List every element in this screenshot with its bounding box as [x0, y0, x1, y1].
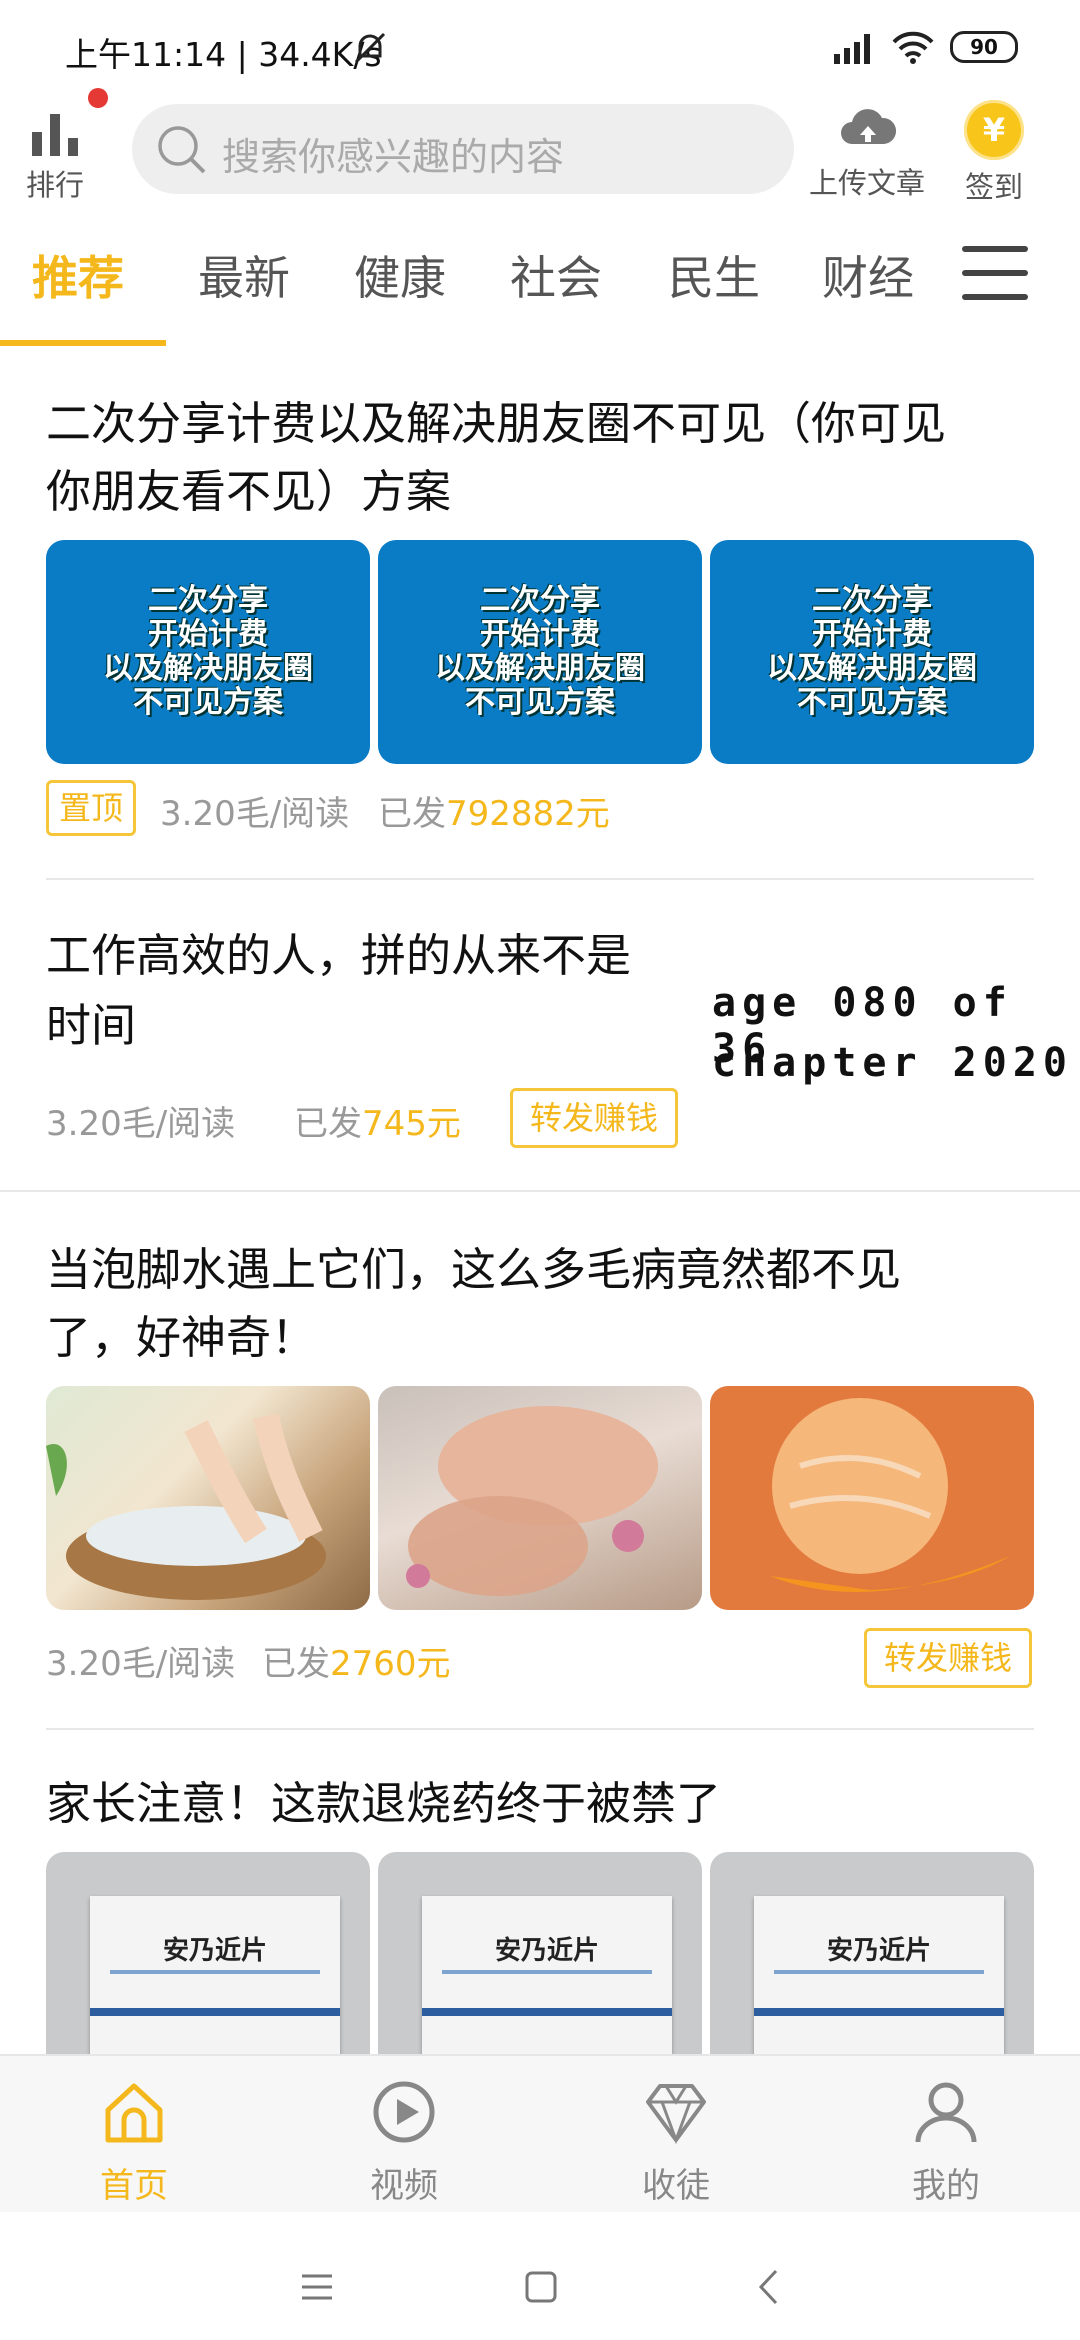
nav-apprentice[interactable]: 收徒: [576, 2066, 776, 2206]
feet-in-water-illustration: [406, 1406, 658, 1596]
article-title-line1: 工作高效的人，拼的从来不是: [46, 929, 632, 982]
foot-bath-illustration: [46, 1413, 326, 1600]
article-paid: 已发2760元: [262, 1644, 451, 1684]
tab-health[interactable]: 健康: [354, 242, 446, 308]
article-image: [378, 1386, 702, 1610]
nav-home-label: 首页: [100, 2166, 168, 2206]
nav-video-label: 视频: [370, 2166, 438, 2206]
bottom-nav: 首页 视频 收徒 我的: [0, 2054, 1080, 2214]
article-image: [46, 1386, 370, 1610]
share-earn-button[interactable]: 转发赚钱: [510, 1088, 678, 1148]
orange-illustration: [770, 1398, 1010, 1592]
article-title-line2: 时间: [46, 999, 137, 1052]
tab-livelihood[interactable]: 民生: [668, 242, 760, 308]
upload-article-button[interactable]: 上传文章: [800, 100, 934, 200]
menu-lines-icon[interactable]: [300, 2272, 334, 2302]
ranking-bars-icon: [32, 114, 78, 156]
play-icon: [373, 2081, 435, 2143]
search-icon: [158, 126, 206, 174]
status-time: 上午11:14 | 34.4K/s: [65, 35, 382, 74]
active-tab-underline: [0, 340, 166, 346]
notification-dot: [88, 88, 108, 108]
article-price: 3.20毛/阅读: [46, 1644, 236, 1684]
tab-society[interactable]: 社会: [510, 242, 602, 308]
article-image: 二次分享 开始计费 以及解决朋友圈 不可见方案: [710, 540, 1034, 764]
article-paid: 已发745元: [294, 1104, 461, 1144]
home-icon: [105, 2083, 163, 2143]
article-title-line2: 了，好神奇！: [46, 1311, 317, 1364]
system-nav-bar: [0, 2212, 1080, 2340]
article-image: [710, 1386, 1034, 1610]
article-image: 安乃近片: [710, 1852, 1034, 2054]
nav-home[interactable]: 首页: [34, 2066, 234, 2206]
article-price: 3.20毛/阅读: [46, 1104, 236, 1144]
tab-latest[interactable]: 最新: [198, 242, 290, 308]
nav-apprentice-label: 收徒: [642, 2166, 710, 2206]
upload-article-label: 上传文章: [808, 166, 925, 200]
status-right: 90: [832, 30, 1018, 64]
home-square-icon[interactable]: [524, 2270, 558, 2304]
divider: [46, 1728, 1034, 1730]
share-earn-button[interactable]: 转发赚钱: [864, 1628, 1032, 1688]
article-image: 安乃近片: [378, 1852, 702, 2054]
article-paid: 已发792882元: [378, 794, 610, 834]
signal-icon: [834, 34, 870, 64]
divider: [46, 878, 1034, 880]
nav-profile-label: 我的: [912, 2166, 980, 2206]
article-image: 安乃近片: [46, 1852, 370, 2054]
user-icon: [915, 2082, 977, 2143]
article-image: 二次分享 开始计费 以及解决朋友圈 不可见方案: [378, 540, 702, 764]
signin-label: 签到: [964, 170, 1023, 204]
category-tabs: 推荐 最新 健康 社会 民生 财经: [0, 230, 1080, 350]
menu-icon[interactable]: [962, 246, 1028, 302]
tab-finance[interactable]: 财经: [822, 242, 914, 308]
upload-cloud-icon: [841, 109, 896, 144]
article-side-text-2: chapter 2020: [712, 1040, 1073, 1086]
status-bar: 上午11:14 | 34.4K/s 90: [0, 0, 1080, 92]
article-image: 二次分享 开始计费 以及解决朋友圈 不可见方案: [46, 540, 370, 764]
nav-video[interactable]: 视频: [304, 2066, 504, 2206]
signin-button[interactable]: ¥ 签到: [950, 100, 1038, 204]
search-input[interactable]: 搜索你感兴趣的内容: [132, 104, 794, 194]
wifi-icon: [892, 31, 934, 64]
diamond-icon: [646, 2084, 706, 2144]
rank-label: 排行: [25, 168, 84, 202]
article-title-line1: 家长注意！这款退烧药终于被禁了: [46, 1777, 722, 1830]
article-price: 3.20毛/阅读: [160, 794, 350, 834]
search-placeholder: 搜索你感兴趣的内容: [222, 135, 565, 179]
mute-bell-icon: [354, 32, 386, 64]
article-title-line2: 你朋友看不见）方案: [46, 465, 452, 518]
rank-button[interactable]: 排行: [22, 88, 108, 202]
back-arrow-icon[interactable]: [756, 2268, 780, 2306]
nav-profile[interactable]: 我的: [846, 2066, 1046, 2206]
tab-recommend[interactable]: 推荐: [32, 242, 124, 308]
article-title-line1: 二次分享计费以及解决朋友圈不可见（你可见: [46, 397, 947, 450]
pinned-badge: 置顶: [46, 780, 136, 836]
battery-indicator: 90: [950, 31, 1018, 63]
article-title-line1: 当泡脚水遇上它们，这么多毛病竟然都不见: [46, 1243, 902, 1296]
divider: [0, 1190, 1080, 1192]
coin-icon: ¥: [964, 100, 1024, 160]
